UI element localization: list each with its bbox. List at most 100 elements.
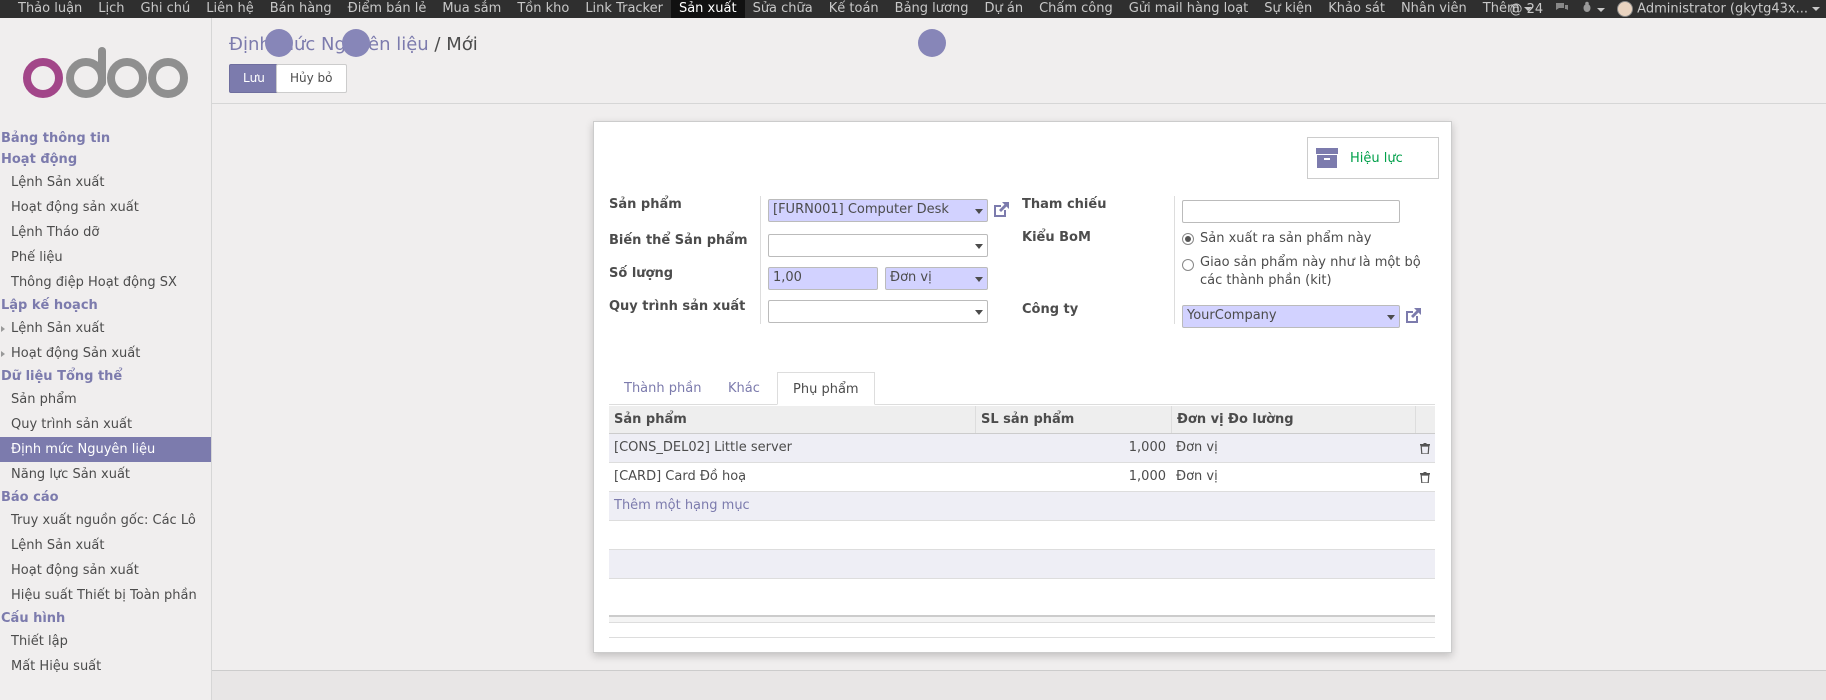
routing-field[interactable] (768, 300, 988, 323)
mentions-counter[interactable]: @ 24 (1509, 2, 1543, 17)
menu-attendance[interactable]: Chấm công (1031, 0, 1121, 18)
sidebar-section-dashboard[interactable]: Bảng thông tin (0, 128, 211, 149)
menu-calendar[interactable]: Lịch (90, 0, 132, 18)
product-label: Sản phẩm (609, 197, 682, 212)
variant-field[interactable] (768, 234, 988, 257)
company-field[interactable]: YourCompany (1182, 305, 1400, 328)
sidebar-item-planning-wo[interactable]: Hoạt động Sản xuất (0, 341, 211, 366)
sidebar-section-master-data[interactable]: Dữ liệu Tổng thể (0, 366, 211, 387)
external-link-icon[interactable] (1404, 307, 1422, 325)
notebook-tabs: Thành phần Khác Phụ phẩm (609, 372, 1435, 405)
sidebar-item-workorders[interactable]: Hoạt động sản xuất (0, 195, 211, 220)
avatar (1617, 1, 1634, 17)
table-footer (609, 615, 1435, 623)
quantity-label: Số lượng (609, 266, 674, 281)
menu-pos[interactable]: Điểm bán lẻ (340, 0, 435, 18)
menu-sales[interactable]: Bán hàng (262, 0, 340, 18)
menu-employees[interactable]: Nhân viên (1393, 0, 1475, 18)
column-header-uom[interactable]: Đơn vị Đo lường (1171, 406, 1415, 433)
table-row[interactable]: [CONS_DEL02] Little server 1,000 Đơn vị (609, 434, 1435, 463)
active-toggle-label: Hiệu lực (1350, 150, 1403, 166)
sidebar-item-scrap[interactable]: Phế liệu (0, 245, 211, 270)
sidebar-item-traceability[interactable]: Truy xuất nguồn gốc: Các Lô (0, 508, 211, 533)
trash-icon[interactable] (1420, 443, 1430, 454)
sidebar-item-bom[interactable]: Định mức Nguyên liệu (0, 437, 211, 462)
cell-uom[interactable]: Đơn vị (1171, 463, 1415, 491)
external-link-icon[interactable] (992, 201, 1010, 219)
menu-inventory[interactable]: Tồn kho (509, 0, 577, 18)
bottom-bar (212, 670, 1826, 700)
tab-misc[interactable]: Khác (713, 372, 775, 405)
odoo-logo-image (22, 47, 188, 98)
sidebar-item-oee[interactable]: Hiệu suất Thiết bị Toàn phần (0, 583, 211, 608)
form-sheet: Hiệu lực Sản phẩm Biến thể Sản phẩm Số l… (593, 121, 1452, 653)
menu-events[interactable]: Sự kiện (1256, 0, 1320, 18)
odoo-logo[interactable] (0, 18, 211, 128)
menu-survey[interactable]: Khảo sát (1320, 0, 1393, 18)
add-line-row: Thêm một hạng mục (609, 492, 1435, 521)
app-menu: Thảo luận Lịch Ghi chú Liên hệ Bán hàng … (0, 0, 1540, 18)
debug-bug-icon[interactable] (1581, 1, 1606, 17)
expand-icon (1, 351, 5, 357)
sidebar-section-operations[interactable]: Hoạt động (0, 149, 211, 170)
cell-uom[interactable]: Đơn vị (1171, 434, 1415, 462)
menu-project[interactable]: Dự án (976, 0, 1031, 18)
sidebar-item-unbuild[interactable]: Lệnh Tháo dỡ (0, 220, 211, 245)
uom-field[interactable]: Đơn vị (885, 267, 988, 290)
bom-type-kit[interactable]: Giao sản phẩm này như là một bộ các thành… (1182, 254, 1421, 290)
user-menu[interactable]: Administrator (gkytg43x... (1617, 1, 1820, 17)
sidebar-item-planning-mo[interactable]: Lệnh Sản xuất (0, 316, 211, 341)
sidebar-item-productivity-loss[interactable]: Mất Hiệu suất (0, 654, 211, 679)
reference-field[interactable] (1182, 200, 1400, 223)
discard-button[interactable]: Hủy bỏ (276, 64, 347, 93)
sidebar-item-report-mo[interactable]: Lệnh Sản xuất (0, 533, 211, 558)
sidebar-item-mo[interactable]: Lệnh Sản xuất (0, 170, 211, 195)
sidebar-item-products[interactable]: Sản phẩm (0, 387, 211, 412)
column-header-product[interactable]: Sản phẩm (609, 406, 975, 433)
menu-payroll[interactable]: Bảng lương (887, 0, 977, 18)
trash-icon[interactable] (1420, 472, 1430, 483)
sidebar-item-settings[interactable]: Thiết lập (0, 629, 211, 654)
menu-mass-mailing[interactable]: Gửi mail hàng loạt (1121, 0, 1257, 18)
chevron-down-icon (1597, 7, 1606, 12)
save-button[interactable]: Lưu (229, 64, 279, 93)
sidebar: Bảng thông tin Hoạt động Lệnh Sản xuất H… (0, 18, 212, 700)
top-menu-bar: Thảo luận Lịch Ghi chú Liên hệ Bán hàng … (0, 0, 1826, 18)
cell-product[interactable]: [CONS_DEL02] Little server (609, 434, 975, 462)
sidebar-section-planning[interactable]: Lập kế hoạch (0, 295, 211, 316)
product-field[interactable]: [FURN001] Computer Desk (768, 199, 988, 222)
menu-link-tracker[interactable]: Link Tracker (577, 0, 671, 18)
menu-discuss[interactable]: Thảo luận (10, 0, 90, 18)
click-marker-icon (342, 29, 370, 57)
divider (760, 196, 761, 324)
active-toggle-button[interactable]: Hiệu lực (1307, 137, 1439, 179)
column-header-qty[interactable]: SL sản phẩm (975, 406, 1171, 433)
chat-icon[interactable] (1555, 2, 1569, 17)
tab-byproducts[interactable]: Phụ phẩm (777, 372, 875, 405)
cell-qty[interactable]: 1,000 (975, 434, 1171, 462)
sidebar-section-reporting[interactable]: Báo cáo (0, 487, 211, 508)
chevron-down-icon (975, 310, 983, 315)
menu-notes[interactable]: Ghi chú (133, 0, 199, 18)
sidebar-item-workcenters[interactable]: Năng lực Sản xuất (0, 462, 211, 487)
empty-row (609, 521, 1435, 550)
breadcrumb-current: Mới (446, 34, 478, 55)
breadcrumb-parent[interactable]: Định mức Nguyên liệu (229, 34, 429, 55)
menu-contacts[interactable]: Liên hệ (198, 0, 261, 18)
menu-repair[interactable]: Sửa chữa (745, 0, 821, 18)
add-line-link[interactable]: Thêm một hạng mục (609, 492, 1009, 520)
menu-purchase[interactable]: Mua sắm (434, 0, 509, 18)
cell-product[interactable]: [CARD] Card Đồ hoạ (609, 463, 975, 491)
table-row[interactable]: [CARD] Card Đồ hoạ 1,000 Đơn vị (609, 463, 1435, 492)
menu-accounting[interactable]: Kế toán (821, 0, 887, 18)
column-header-actions (1415, 406, 1435, 433)
sidebar-section-config[interactable]: Cấu hình (0, 608, 211, 629)
sidebar-item-report-wo[interactable]: Hoạt động sản xuất (0, 558, 211, 583)
sidebar-item-routings[interactable]: Quy trình sản xuất (0, 412, 211, 437)
menu-manufacturing[interactable]: Sản xuất (670, 0, 745, 18)
bom-type-normal[interactable]: Sản xuất ra sản phẩm này (1182, 231, 1371, 246)
tab-components[interactable]: Thành phần (609, 372, 716, 405)
cell-qty[interactable]: 1,000 (975, 463, 1171, 491)
sidebar-item-messages[interactable]: Thông điệp Hoạt động SX (0, 270, 211, 295)
quantity-field[interactable]: 1,00 (768, 267, 878, 290)
